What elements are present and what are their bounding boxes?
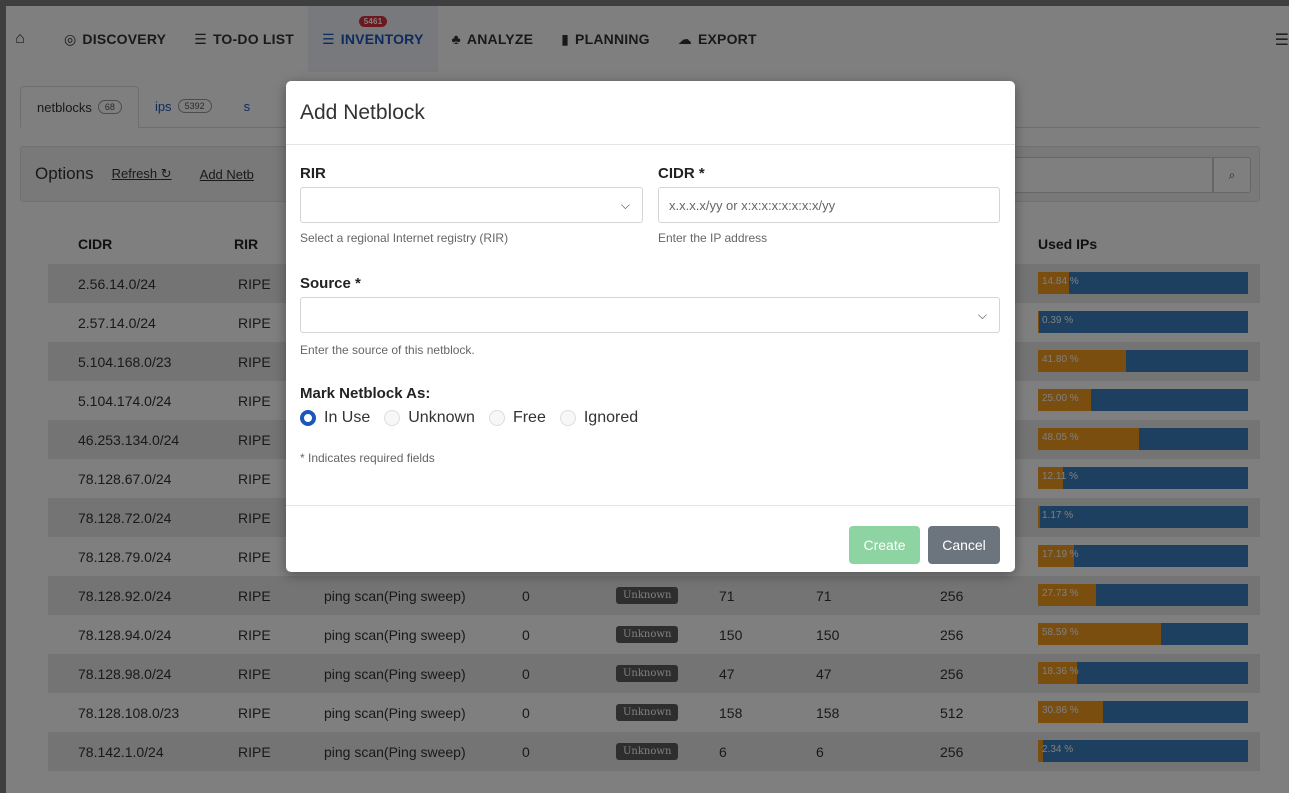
radio-free[interactable]: Free bbox=[488, 409, 546, 427]
radio-button[interactable] bbox=[559, 410, 576, 426]
source-hint: Enter the source of this netblock. bbox=[300, 343, 475, 357]
radio-label: Unknown bbox=[408, 409, 475, 426]
radio-label: Ignored bbox=[583, 409, 639, 426]
cidr-input[interactable]: x.x.x.x/yy or x:x:x:x:x:x:x:x/yy bbox=[658, 187, 1000, 223]
radio-unknown[interactable]: Unknown bbox=[384, 409, 475, 427]
add-netblock-dialog: Add Netblock RIR ⌵ Select a regional Int… bbox=[286, 81, 1015, 572]
mark-netblock-label: Mark Netblock As: bbox=[300, 385, 431, 402]
radio-ignored[interactable]: Ignored bbox=[559, 409, 639, 427]
cidr-placeholder: x.x.x.x/yy or x:x:x:x:x:x:x:x/yy bbox=[669, 197, 836, 213]
create-button[interactable]: Create bbox=[849, 526, 920, 564]
mark-netblock-radio-group: In Use Unknown Free Ignored bbox=[300, 409, 652, 427]
radio-button[interactable] bbox=[384, 410, 401, 426]
required-note: * Indicates required fields bbox=[300, 451, 435, 465]
source-label: Source * bbox=[300, 275, 361, 292]
source-select[interactable]: ⌵ bbox=[300, 297, 1000, 333]
dialog-title: Add Netblock bbox=[286, 81, 1015, 145]
radio-label: In Use bbox=[324, 409, 371, 426]
cancel-button[interactable]: Cancel bbox=[928, 526, 1000, 564]
dialog-body: RIR ⌵ Select a regional Internet registr… bbox=[286, 145, 1015, 505]
rir-hint: Select a regional Internet registry (RIR… bbox=[300, 231, 509, 245]
radio-label: Free bbox=[512, 409, 546, 426]
chevron-down-icon: ⌵ bbox=[977, 308, 987, 322]
dialog-footer: Create Cancel bbox=[286, 505, 1015, 572]
radio-button-checked[interactable] bbox=[300, 410, 316, 426]
cidr-hint: Enter the IP address bbox=[658, 231, 768, 245]
radio-in-use[interactable]: In Use bbox=[300, 409, 370, 427]
radio-button[interactable] bbox=[488, 410, 505, 426]
chevron-down-icon: ⌵ bbox=[620, 198, 630, 212]
rir-label: RIR bbox=[300, 165, 326, 182]
rir-select[interactable]: ⌵ bbox=[300, 187, 643, 223]
cidr-label: CIDR * bbox=[658, 165, 705, 182]
